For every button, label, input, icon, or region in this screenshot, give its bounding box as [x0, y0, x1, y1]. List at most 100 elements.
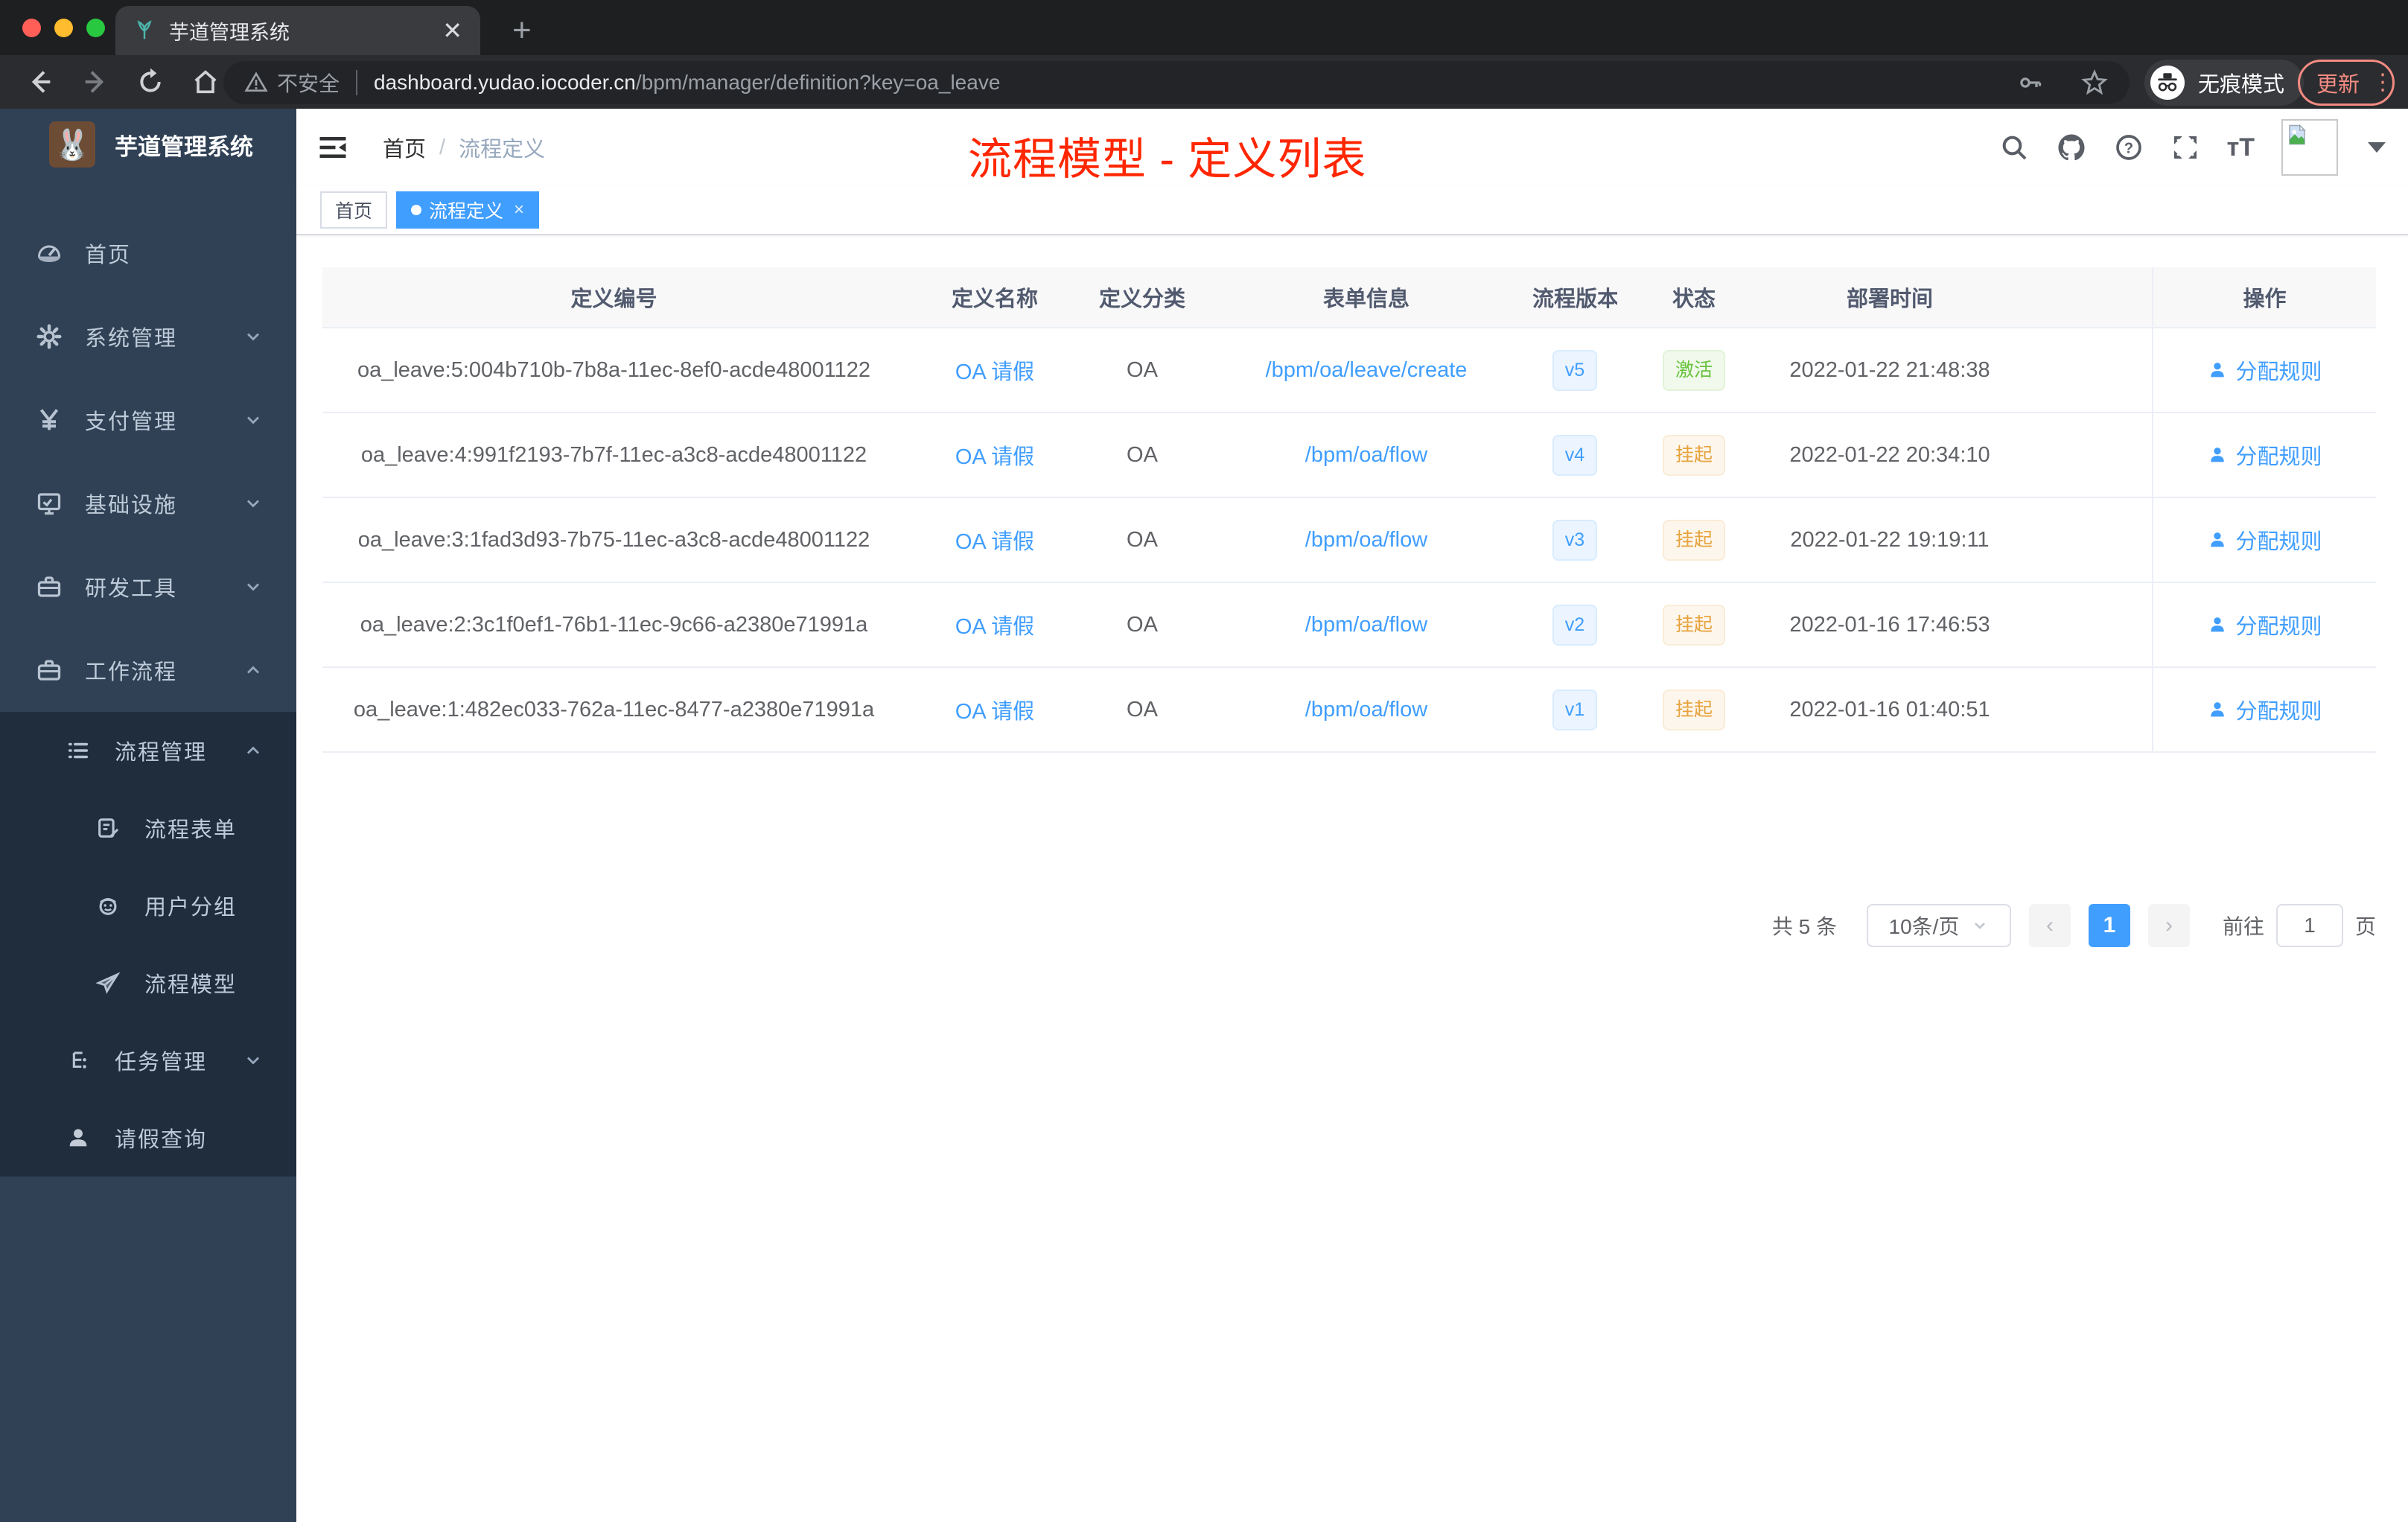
chevron-down-icon	[243, 410, 264, 430]
version-badge: v3	[1552, 519, 1598, 561]
app-root: 🐰 芋道管理系统 首页 系统管理 支付管理 基础设施 研发工具 工作流程 流程管…	[0, 109, 2408, 1522]
sidebar-item-process-form[interactable]: 流程表单	[0, 789, 296, 867]
incognito-label: 无痕模式	[2198, 73, 2285, 97]
security-warning[interactable]: 不安全	[244, 68, 340, 98]
page-number-1[interactable]: 1	[2088, 904, 2130, 947]
sidebar: 🐰 芋道管理系统 首页 系统管理 支付管理 基础设施 研发工具 工作流程 流程管…	[0, 109, 296, 1522]
forward-icon[interactable]	[80, 67, 110, 97]
toolbox-icon	[36, 573, 63, 600]
cell-form-info: /bpm/oa/flow	[1200, 528, 1532, 553]
cell-version: v5	[1532, 349, 1617, 391]
definition-name-link[interactable]: OA 请假	[955, 615, 1034, 639]
definition-name-link[interactable]: OA 请假	[955, 360, 1034, 384]
back-icon[interactable]	[25, 67, 55, 97]
zoom-window-button[interactable]	[86, 18, 105, 37]
status-badge: 挂起	[1662, 434, 1725, 476]
sidebar-collapse-icon[interactable]	[317, 132, 348, 163]
col-form-info: 表单信息	[1322, 287, 1410, 311]
definition-name-link[interactable]: OA 请假	[955, 530, 1034, 554]
close-icon[interactable]: ×	[514, 200, 524, 220]
minimize-window-button[interactable]	[54, 18, 73, 37]
new-tab-button[interactable]: +	[512, 12, 532, 49]
sidebar-item-user-group[interactable]: 用户分组	[0, 867, 296, 944]
sidebar-item-payment[interactable]: 支付管理	[0, 378, 296, 462]
sidebar-item-home[interactable]: 首页	[0, 211, 296, 295]
table-row: oa_leave:2:3c1f0ef1-76b1-11ec-9c66-a2380…	[322, 583, 2376, 668]
cell-version: v3	[1532, 519, 1617, 561]
password-key-icon[interactable]	[2016, 69, 2043, 96]
sidebar-logo[interactable]: 🐰 芋道管理系统	[0, 109, 296, 180]
help-icon[interactable]: ?	[2114, 133, 2144, 162]
cell-status: 挂起	[1617, 604, 1771, 646]
warning-triangle-icon	[244, 71, 268, 92]
next-page-button[interactable]: ›	[2147, 904, 2190, 947]
breadcrumb-home[interactable]: 首页	[383, 132, 426, 163]
sidebar-item-workflow[interactable]: 工作流程	[0, 628, 296, 712]
robot-icon	[95, 893, 122, 918]
goto-page-input[interactable]	[2275, 904, 2343, 947]
goto-label: 前往	[2222, 915, 2264, 938]
page-size-select[interactable]: 10条/页	[1866, 904, 2011, 947]
active-dot	[411, 205, 422, 215]
col-definition-name: 定义名称	[951, 287, 1038, 311]
url-text[interactable]: dashboard.yudao.iocoder.cn/bpm/manager/d…	[374, 71, 1000, 95]
url-path: /bpm/manager/definition?key=oa_leave	[635, 71, 1001, 94]
table-row: oa_leave:3:1fad3d93-7b75-11ec-a3c8-acde4…	[322, 498, 2376, 583]
home-icon[interactable]	[191, 67, 220, 97]
close-window-button[interactable]	[22, 18, 41, 37]
sidebar-item-process-model[interactable]: 流程模型	[0, 944, 296, 1022]
macos-traffic-lights[interactable]	[22, 18, 105, 37]
monitor-icon	[36, 490, 63, 517]
bookmark-star-icon[interactable]	[2080, 69, 2109, 97]
assign-rule-button[interactable]: 分配规则	[2207, 609, 2322, 640]
tag-home[interactable]: 首页	[320, 191, 388, 229]
reload-icon[interactable]	[136, 67, 165, 97]
tags-view: 首页 流程定义 ×	[296, 186, 2408, 235]
browser-menu-dots-icon[interactable]: ⋮	[2372, 71, 2394, 93]
tab-close-icon[interactable]: ✕	[442, 16, 462, 45]
user-icon	[66, 1125, 92, 1150]
assign-rule-button[interactable]: 分配规则	[2207, 439, 2322, 471]
tag-process-definition[interactable]: 流程定义 ×	[396, 191, 540, 229]
url-bar[interactable]: 不安全 dashboard.yudao.iocoder.cn/bpm/manag…	[223, 61, 2130, 104]
avatar-broken-image[interactable]	[2281, 119, 2338, 176]
user-icon	[2211, 702, 2225, 717]
github-icon[interactable]	[2056, 132, 2087, 163]
definition-name-link[interactable]: OA 请假	[955, 445, 1034, 469]
version-badge: v2	[1552, 604, 1598, 646]
form-link[interactable]: /bpm/oa/flow	[1305, 698, 1427, 722]
form-link[interactable]: /bpm/oa/flow	[1305, 528, 1427, 552]
assign-rule-button[interactable]: 分配规则	[2207, 354, 2322, 386]
form-link[interactable]: /bpm/oa/leave/create	[1266, 358, 1468, 382]
breadcrumb: 首页 / 流程定义	[383, 132, 545, 163]
assign-rule-button[interactable]: 分配规则	[2207, 694, 2322, 725]
sidebar-item-leave-query[interactable]: 请假查询	[0, 1099, 296, 1176]
caret-down-icon[interactable]	[2368, 142, 2386, 153]
sidebar-item-dev-tools[interactable]: 研发工具	[0, 545, 296, 628]
table-row: oa_leave:1:482ec033-762a-11ec-8477-a2380…	[322, 668, 2376, 753]
yen-icon	[36, 407, 63, 433]
status-badge: 激活	[1662, 349, 1725, 391]
sidebar-item-infrastructure[interactable]: 基础设施	[0, 462, 296, 545]
font-size-icon[interactable]: ᴛT	[2227, 133, 2255, 162]
sidebar-item-task-management[interactable]: 任务管理	[0, 1022, 296, 1099]
tab-title: 芋道管理系统	[169, 21, 290, 44]
definition-name-link[interactable]: OA 请假	[955, 700, 1034, 724]
flow-tree-icon	[66, 1048, 92, 1073]
sidebar-item-system[interactable]: 系统管理	[0, 295, 296, 378]
browser-tab[interactable]: 芋道管理系统 ✕	[115, 6, 480, 55]
chrome-update-button[interactable]: 更新 ⋮	[2298, 60, 2395, 106]
logo-title: 芋道管理系统	[115, 133, 253, 160]
prev-page-button[interactable]: ‹	[2028, 904, 2071, 947]
sidebar-item-process-management[interactable]: 流程管理	[0, 712, 296, 789]
search-icon[interactable]	[1999, 133, 2029, 162]
chevron-down-icon	[243, 1050, 264, 1071]
table-row: oa_leave:4:991f2193-7b7f-11ec-a3c8-acde4…	[322, 413, 2376, 498]
svg-text:?: ?	[2124, 141, 2133, 157]
form-link[interactable]: /bpm/oa/flow	[1305, 613, 1427, 637]
browser-toolbar: 不安全 dashboard.yudao.iocoder.cn/bpm/manag…	[0, 55, 2408, 109]
fullscreen-icon[interactable]	[2170, 133, 2200, 162]
form-link[interactable]: /bpm/oa/flow	[1305, 443, 1427, 467]
col-operation: 操作	[2152, 267, 2376, 327]
assign-rule-button[interactable]: 分配规则	[2207, 524, 2322, 555]
